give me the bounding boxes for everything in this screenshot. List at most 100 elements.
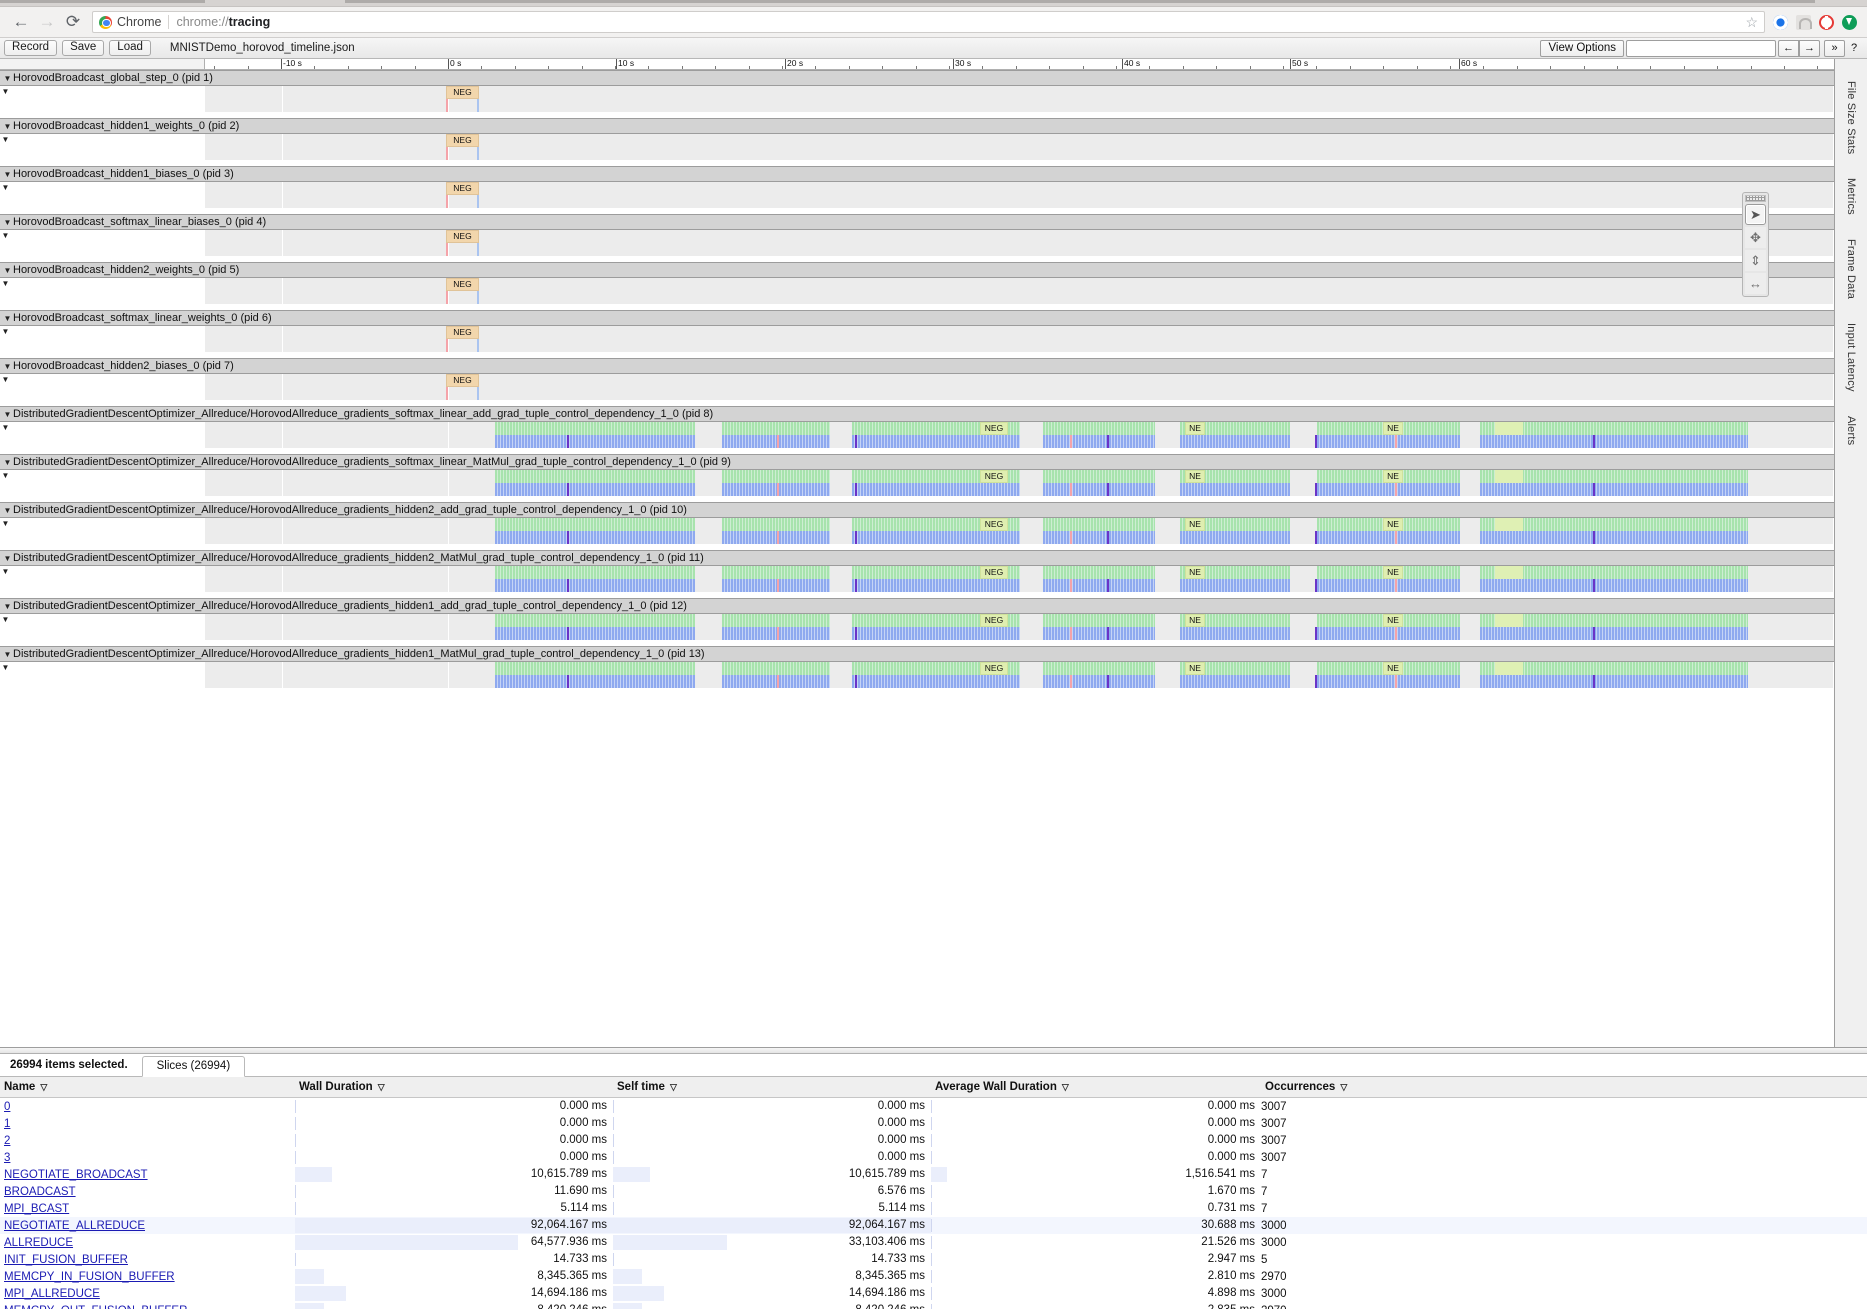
accent-slice[interactable] bbox=[777, 483, 779, 496]
allreduce-slices[interactable] bbox=[1317, 483, 1460, 496]
overflow-button[interactable]: » bbox=[1824, 40, 1845, 57]
tab-strip-right[interactable] bbox=[345, 0, 1815, 3]
slice-name-link[interactable]: MPI_ALLREDUCE bbox=[0, 1288, 100, 1300]
process-header[interactable]: ▼DistributedGradientDescentOptimizer_All… bbox=[0, 550, 1834, 566]
back-icon[interactable]: ← bbox=[8, 9, 34, 35]
mpi-bcast-slice[interactable] bbox=[477, 243, 479, 256]
track-band[interactable]: NEG bbox=[205, 182, 1834, 208]
process-track[interactable]: ▼NEG bbox=[0, 374, 1834, 406]
mpi-bcast-slice[interactable] bbox=[477, 387, 479, 400]
allreduce-slices[interactable] bbox=[852, 675, 1020, 688]
process-track[interactable]: ▼NEGNENE bbox=[0, 614, 1834, 646]
accent-slice[interactable] bbox=[1315, 531, 1317, 544]
table-row[interactable]: NEGOTIATE_BROADCAST10,615.789 ms10,615.7… bbox=[0, 1166, 1867, 1183]
negotiate-allreduce-slices[interactable] bbox=[1043, 566, 1155, 579]
negotiate-allreduce-slices[interactable] bbox=[495, 662, 695, 675]
broadcast-slice[interactable] bbox=[446, 291, 448, 304]
accent-slice[interactable] bbox=[1070, 627, 1072, 640]
table-row[interactable]: BROADCAST11.690 ms6.576 ms1.670 ms7 bbox=[0, 1183, 1867, 1200]
process-header[interactable]: ▼HorovodBroadcast_softmax_linear_biases_… bbox=[0, 214, 1834, 230]
help-button[interactable]: ? bbox=[1845, 40, 1863, 57]
allreduce-slices[interactable] bbox=[1180, 579, 1290, 592]
accent-slice[interactable] bbox=[855, 531, 857, 544]
allreduce-slices[interactable] bbox=[1317, 675, 1460, 688]
negotiate-allreduce-slices[interactable] bbox=[495, 566, 695, 579]
chevron-down-icon[interactable]: ▼ bbox=[2, 410, 13, 419]
allreduce-slices[interactable] bbox=[1317, 531, 1460, 544]
accent-slice[interactable] bbox=[1107, 579, 1109, 592]
table-row[interactable]: MPI_BCAST5.114 ms5.114 ms0.731 ms7 bbox=[0, 1200, 1867, 1217]
process-track[interactable]: ▼NEG bbox=[0, 86, 1834, 118]
process-header[interactable]: ▼HorovodBroadcast_softmax_linear_weights… bbox=[0, 310, 1834, 326]
chevron-down-icon[interactable]: ▼ bbox=[2, 506, 13, 515]
chevron-down-icon[interactable]: ▼ bbox=[0, 663, 11, 672]
track-band[interactable]: NEGNENE bbox=[205, 566, 1834, 592]
chevron-down-icon[interactable]: ▼ bbox=[2, 554, 13, 563]
highlighted-slice[interactable] bbox=[1495, 422, 1523, 435]
slices-table-scroll[interactable]: Name▽ Wall Duration▽ Self time▽ Average … bbox=[0, 1077, 1867, 1309]
chevron-down-icon[interactable]: ▼ bbox=[0, 135, 11, 144]
table-row[interactable]: 10.000 ms0.000 ms0.000 ms3007 bbox=[0, 1115, 1867, 1132]
extension-download-icon[interactable] bbox=[1842, 15, 1857, 30]
slice-name-link[interactable]: NEGOTIATE_ALLREDUCE bbox=[0, 1220, 145, 1232]
accent-slice[interactable] bbox=[1107, 531, 1109, 544]
negotiate-allreduce-slices[interactable] bbox=[1043, 518, 1155, 531]
allreduce-slices[interactable] bbox=[1043, 627, 1155, 640]
negotiate-allreduce-slices[interactable] bbox=[1043, 470, 1155, 483]
allreduce-slices[interactable] bbox=[852, 483, 1020, 496]
allreduce-activity[interactable] bbox=[495, 614, 1748, 640]
accent-slice[interactable] bbox=[1107, 675, 1109, 688]
accent-slice[interactable] bbox=[567, 483, 569, 496]
process-track[interactable]: ▼NEGNENE bbox=[0, 662, 1834, 694]
column-header-occurrences[interactable]: Occurrences▽ bbox=[1261, 1077, 1867, 1098]
chevron-down-icon[interactable]: ▼ bbox=[2, 170, 13, 179]
mpi-bcast-slice[interactable] bbox=[477, 147, 479, 160]
process-header[interactable]: ▼DistributedGradientDescentOptimizer_All… bbox=[0, 598, 1834, 614]
allreduce-slices[interactable] bbox=[1180, 483, 1290, 496]
accent-slice[interactable] bbox=[1593, 627, 1595, 640]
chevron-down-icon[interactable]: ▼ bbox=[0, 423, 11, 432]
accent-slice[interactable] bbox=[777, 579, 779, 592]
track-band[interactable]: NEGNENE bbox=[205, 518, 1834, 544]
process-track[interactable]: ▼NEGNENE bbox=[0, 470, 1834, 502]
accent-slice[interactable] bbox=[1070, 483, 1072, 496]
accent-slice[interactable] bbox=[777, 627, 779, 640]
save-button[interactable]: Save bbox=[62, 40, 104, 56]
accent-slice[interactable] bbox=[1315, 435, 1317, 448]
negotiate-slice[interactable]: NEG bbox=[446, 374, 479, 387]
allreduce-slices[interactable] bbox=[852, 435, 1020, 448]
table-row[interactable]: 00.000 ms0.000 ms0.000 ms3007 bbox=[0, 1098, 1867, 1116]
negotiate-allreduce-slices[interactable] bbox=[495, 518, 695, 531]
broadcast-slice[interactable] bbox=[446, 195, 448, 208]
allreduce-slices[interactable] bbox=[1043, 531, 1155, 544]
allreduce-slices[interactable] bbox=[495, 579, 695, 592]
allreduce-slices[interactable] bbox=[495, 627, 695, 640]
negotiate-allreduce-slices[interactable] bbox=[722, 566, 830, 579]
chevron-down-icon[interactable]: ▼ bbox=[2, 122, 13, 131]
accent-slice[interactable] bbox=[1593, 531, 1595, 544]
accent-slice[interactable] bbox=[1395, 675, 1397, 688]
view-options-button[interactable]: View Options bbox=[1540, 40, 1624, 57]
accent-slice[interactable] bbox=[1107, 435, 1109, 448]
allreduce-slices[interactable] bbox=[852, 627, 1020, 640]
column-header-self-time[interactable]: Self time▽ bbox=[613, 1077, 931, 1098]
negotiate-allreduce-slices[interactable] bbox=[495, 614, 695, 627]
accent-slice[interactable] bbox=[1070, 531, 1072, 544]
slice-name-link[interactable]: 0 bbox=[0, 1101, 10, 1113]
negotiate-allreduce-label[interactable]: NE bbox=[1383, 566, 1403, 579]
allreduce-slices[interactable] bbox=[495, 531, 695, 544]
broadcast-slice[interactable] bbox=[446, 99, 448, 112]
broadcast-slice[interactable] bbox=[446, 339, 448, 352]
process-track[interactable]: ▼NEGNENE bbox=[0, 422, 1834, 454]
process-track[interactable]: ▼NEGNENE bbox=[0, 518, 1834, 550]
process-header[interactable]: ▼HorovodBroadcast_hidden2_weights_0 (pid… bbox=[0, 262, 1834, 278]
process-header[interactable]: ▼HorovodBroadcast_hidden2_biases_0 (pid … bbox=[0, 358, 1834, 374]
accent-slice[interactable] bbox=[1593, 483, 1595, 496]
search-prev-button[interactable]: ← bbox=[1778, 40, 1799, 57]
process-header[interactable]: ▼HorovodBroadcast_global_step_0 (pid 1) bbox=[0, 70, 1834, 86]
track-band[interactable]: NEG bbox=[205, 134, 1834, 160]
bookmark-star-icon[interactable]: ☆ bbox=[1745, 14, 1758, 31]
allreduce-slices[interactable] bbox=[1043, 435, 1155, 448]
highlighted-slice[interactable] bbox=[1495, 614, 1523, 627]
track-band[interactable]: NEGNENE bbox=[205, 614, 1834, 640]
